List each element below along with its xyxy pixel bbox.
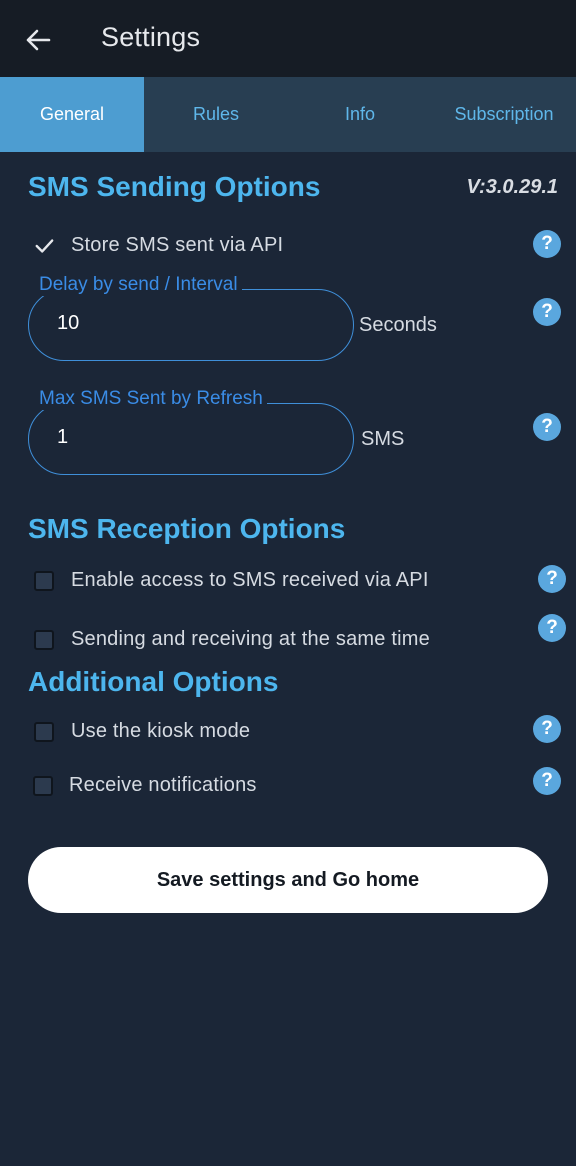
sending-section-title: SMS Sending Options [28, 171, 321, 202]
delay-field: Delay by send / Interval [28, 274, 354, 361]
max-sms-field: Max SMS Sent by Refresh [28, 388, 354, 475]
store-sms-help-icon[interactable]: ? [533, 230, 561, 258]
delay-unit: Seconds [359, 314, 437, 336]
same-time-option: Sending and receiving at the same time [34, 628, 430, 651]
enable-access-option: Enable access to SMS received via API [34, 569, 429, 592]
delay-input[interactable] [57, 312, 317, 335]
enable-access-help-icon[interactable]: ? [538, 565, 566, 593]
notifications-label: Receive notifications [69, 774, 257, 796]
delay-field-label: Delay by send / Interval [35, 274, 242, 296]
same-time-checkbox[interactable] [34, 629, 54, 650]
max-sms-help-icon[interactable]: ? [533, 413, 561, 441]
reception-section-title: SMS Reception Options [28, 513, 346, 544]
settings-screen: Settings General Rules Info Subscription… [0, 0, 576, 1166]
kiosk-option: Use the kiosk mode [34, 720, 250, 743]
app-bar: Settings [0, 0, 576, 77]
enable-access-checkbox[interactable] [34, 570, 54, 591]
kiosk-label: Use the kiosk mode [71, 720, 251, 742]
notifications-help-icon[interactable]: ? [533, 767, 561, 795]
additional-section-title: Additional Options [28, 666, 279, 697]
enable-access-label: Enable access to SMS received via API [71, 569, 429, 591]
same-time-help-icon[interactable]: ? [538, 614, 566, 642]
tab-subscription[interactable]: Subscription [432, 77, 576, 152]
store-sms-checkbox[interactable] [34, 236, 54, 256]
save-settings-button[interactable]: Save settings and Go home [28, 847, 548, 913]
store-sms-label: Store SMS sent via API [71, 234, 284, 256]
kiosk-checkbox[interactable] [34, 721, 54, 742]
delay-help-icon[interactable]: ? [533, 298, 561, 326]
tab-bar: General Rules Info Subscription [0, 77, 576, 152]
arrow-left-icon [26, 29, 51, 51]
notifications-checkbox[interactable] [33, 775, 53, 796]
max-sms-field-label: Max SMS Sent by Refresh [35, 388, 267, 410]
back-button[interactable] [18, 20, 58, 60]
notifications-option: Receive notifications [33, 774, 257, 797]
max-sms-unit: SMS [361, 428, 405, 450]
max-sms-input[interactable] [57, 426, 317, 449]
version-label: V:3.0.29.1 [466, 176, 558, 198]
kiosk-help-icon[interactable]: ? [533, 715, 561, 743]
tab-general[interactable]: General [0, 77, 144, 152]
tab-info[interactable]: Info [288, 77, 432, 152]
store-sms-option: Store SMS sent via API [34, 234, 283, 257]
same-time-label: Sending and receiving at the same time [71, 628, 430, 650]
page-title: Settings [101, 22, 201, 52]
tab-rules[interactable]: Rules [144, 77, 288, 152]
checkmark-icon [35, 238, 54, 253]
